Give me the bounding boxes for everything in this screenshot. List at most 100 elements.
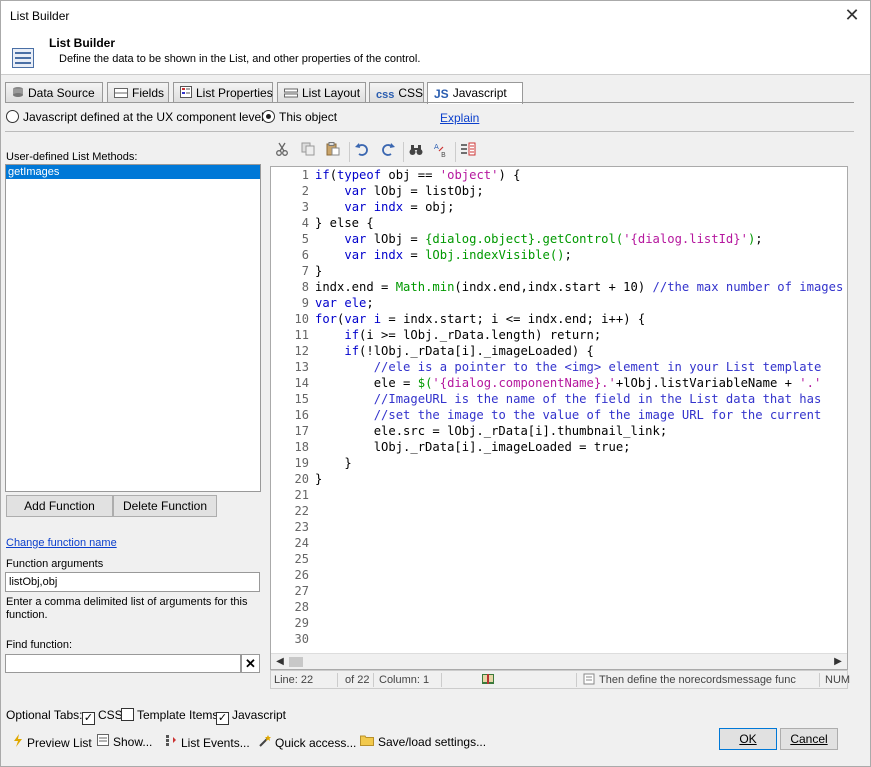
cancel-button[interactable]: Cancel — [780, 728, 838, 750]
status-num: NUM — [825, 674, 851, 686]
radio-this-object[interactable]: This object — [262, 110, 337, 124]
radio-button[interactable] — [262, 110, 275, 123]
line-number: 12 — [294, 344, 309, 358]
code-editor[interactable]: 1 2 3 4 5 6 7 8 9 10 11 12 13 14 15 16 17 18 19 20 21 22 23 24 2… — [270, 166, 848, 670]
tab-label: CSS — [398, 86, 424, 100]
methods-list[interactable]: getImages — [5, 164, 261, 492]
quick-access-button[interactable]: Quick access... — [259, 734, 356, 750]
code-line: indx.end = Math.min(indx.end,indx.start … — [315, 280, 844, 294]
preview-list-button[interactable]: Preview List — [13, 734, 92, 750]
line-number: 9 — [301, 296, 309, 310]
tab-data-source[interactable]: Data Source — [5, 82, 103, 103]
action-label: List Events... — [181, 736, 250, 750]
checkbox-css[interactable]: ✓ CSS — [82, 708, 123, 725]
list-item[interactable]: getImages — [6, 165, 260, 179]
save-load-settings-button[interactable]: Save/load settings... — [360, 734, 486, 749]
tab-list-properties[interactable]: List Properties — [173, 82, 273, 103]
action-label: Preview List — [27, 736, 92, 750]
window-title: List Builder — [10, 9, 70, 23]
add-function-button[interactable]: Add Function — [6, 495, 113, 517]
svg-text:A: A — [434, 143, 439, 151]
header-title: List Builder — [49, 36, 116, 50]
line-number: 30 — [294, 632, 309, 646]
paste-icon[interactable] — [322, 141, 344, 163]
show-icon — [97, 734, 109, 749]
ok-label: OK — [739, 732, 757, 746]
list-events-button[interactable]: List Events... — [165, 734, 250, 750]
tab-css[interactable]: css CSS — [369, 82, 424, 103]
js-icon: JS — [434, 87, 449, 101]
code-line: if(!lObj._rData[i]._imageLoaded) { — [344, 344, 594, 358]
css-icon: css — [376, 89, 395, 101]
replace-icon[interactable]: AB — [430, 141, 452, 163]
line-number: 8 — [301, 280, 309, 294]
find-binoculars-icon[interactable] — [405, 141, 427, 163]
checkbox[interactable] — [121, 708, 134, 721]
line-number: 28 — [294, 600, 309, 614]
list-builder-icon — [12, 48, 34, 68]
tab-list-layout[interactable]: List Layout — [277, 82, 366, 103]
line-number: 11 — [294, 328, 309, 342]
status-divider — [819, 673, 820, 687]
wand-icon — [259, 734, 271, 750]
book-icon[interactable] — [481, 672, 495, 689]
ok-button[interactable]: OK — [719, 728, 777, 750]
code-line: } — [315, 264, 323, 278]
tab-javascript[interactable]: JS Javascript — [427, 82, 523, 104]
code-line: for(var i = indx.start; i <= indx.end; i… — [315, 312, 646, 326]
line-number: 15 — [294, 392, 309, 406]
explain-link[interactable]: Explain — [440, 111, 479, 125]
divider — [5, 131, 854, 132]
checkbox[interactable]: ✓ — [216, 712, 229, 725]
scroll-thumb[interactable] — [289, 657, 303, 667]
folder-icon — [360, 734, 374, 749]
line-number: 2 — [301, 184, 309, 198]
cancel-label: Cancel — [790, 732, 828, 746]
tab-fields[interactable]: Fields — [107, 82, 169, 103]
close-icon[interactable]: ✕ — [842, 5, 862, 25]
line-number-gutter: 1 2 3 4 5 6 7 8 9 10 11 12 13 14 15 16 17 18 19 20 21 22 23 24 2… — [271, 167, 313, 669]
status-divider — [337, 673, 338, 687]
line-number: 7 — [301, 264, 309, 278]
scroll-right-icon[interactable]: ▶ — [831, 655, 845, 669]
code-area[interactable]: if(typeof obj == 'object') { var lObj = … — [315, 167, 847, 653]
toolbar-separator — [349, 142, 350, 162]
clear-find-icon[interactable]: ✕ — [241, 654, 260, 673]
checkbox-javascript[interactable]: ✓ Javascript — [216, 708, 286, 725]
checkbox[interactable]: ✓ — [82, 712, 95, 725]
line-number: 3 — [301, 200, 309, 214]
layout-icon — [284, 87, 298, 101]
status-divider — [576, 673, 577, 687]
code-line: if(i >= lObj._rData.length) return; — [344, 328, 602, 342]
function-arguments-input[interactable]: listObj,obj — [5, 572, 260, 592]
horizontal-scrollbar[interactable]: ◀ ▶ — [271, 653, 847, 669]
undo-icon[interactable] — [351, 141, 373, 163]
code-line: } else { — [315, 216, 374, 230]
radio-button[interactable] — [6, 110, 19, 123]
hint-icon — [583, 673, 595, 688]
tab-label: Javascript — [452, 86, 507, 100]
checkbox-template-items[interactable]: Template Items — [121, 708, 218, 722]
change-function-name-link[interactable]: Change function name — [6, 537, 117, 549]
radio-ux-level[interactable]: Javascript defined at the UX component l… — [6, 110, 264, 124]
cut-icon[interactable] — [271, 141, 293, 163]
format-code-icon[interactable] — [457, 141, 479, 163]
properties-icon — [180, 86, 192, 101]
show-button[interactable]: Show... — [97, 734, 152, 749]
redo-icon[interactable] — [377, 141, 399, 163]
title-bar: List Builder ✕ — [1, 1, 870, 31]
code-line: ele.src = lObj._rData[i].thumbnail_link; — [315, 424, 668, 438]
line-number: 29 — [294, 616, 309, 630]
delete-function-button[interactable]: Delete Function — [113, 495, 217, 517]
tab-label: Fields — [132, 86, 165, 100]
line-number: 5 — [301, 232, 309, 246]
find-function-input[interactable] — [5, 654, 241, 673]
line-number: 16 — [294, 408, 309, 422]
database-icon — [12, 86, 24, 101]
scroll-left-icon[interactable]: ◀ — [273, 655, 287, 669]
tab-label: Data Source — [28, 86, 95, 100]
copy-icon[interactable] — [297, 141, 319, 163]
line-number: 10 — [294, 312, 309, 326]
line-number: 23 — [294, 520, 309, 534]
editor-status-bar: Line: 22 of 22 Column: 1 Then define the… — [270, 670, 851, 689]
